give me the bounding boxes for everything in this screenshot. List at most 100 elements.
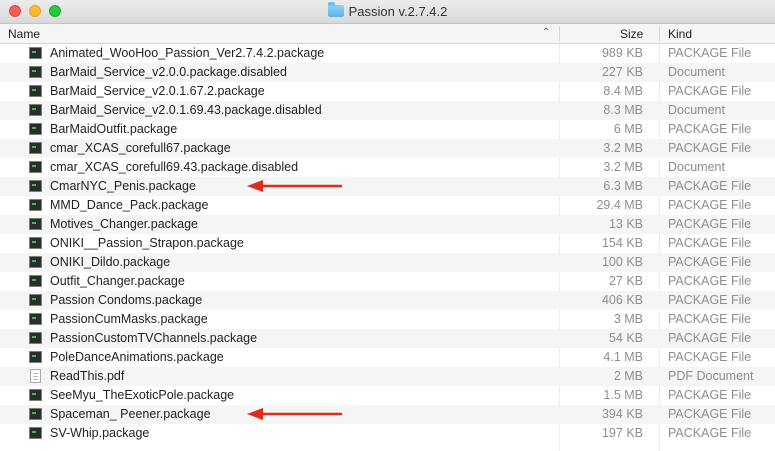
- file-kind: Document: [668, 160, 725, 174]
- file-kind: PACKAGE File: [668, 388, 752, 402]
- window-title: Passion v.2.7.4.2: [0, 2, 775, 19]
- package-file-icon: [29, 408, 42, 420]
- file-row[interactable]: ReadThis.pdf 2 MB PDF Document: [0, 367, 775, 386]
- file-size: 27 KB: [608, 274, 643, 288]
- file-kind: PACKAGE File: [668, 122, 752, 136]
- file-row[interactable]: SV-Whip.package 197 KB PACKAGE File: [0, 424, 775, 443]
- file-kind: PACKAGE File: [668, 426, 752, 440]
- package-file-icon: [29, 237, 42, 249]
- window-titlebar: Passion v.2.7.4.2: [0, 0, 775, 24]
- red-arrow-annotation: [247, 408, 342, 420]
- file-kind: PACKAGE File: [668, 217, 752, 231]
- file-row[interactable]: Animated_WooHoo_Passion_Ver2.7.4.2.packa…: [0, 44, 775, 63]
- package-file-icon: [29, 66, 42, 78]
- file-row[interactable]: Motives_Changer.package 13 KB PACKAGE File: [0, 215, 775, 234]
- file-name: PassionCumMasks.package: [50, 312, 208, 326]
- file-row[interactable]: CmarNYC_Penis.package 6.3 MB PACKAGE File: [0, 177, 775, 196]
- file-row[interactable]: BarMaid_Service_v2.0.1.67.2.package 8.4 M…: [0, 82, 775, 101]
- file-list: Animated_WooHoo_Passion_Ver2.7.4.2.packa…: [0, 44, 775, 443]
- file-name: Animated_WooHoo_Passion_Ver2.7.4.2.packa…: [50, 46, 325, 60]
- file-name: BarMaid_Service_v2.0.1.69.43.package.dis…: [50, 103, 322, 117]
- file-row[interactable]: BarMaid_Service_v2.0.1.69.43.package.dis…: [0, 101, 775, 120]
- file-kind: PACKAGE File: [668, 407, 752, 421]
- file-size: 394 KB: [601, 407, 643, 421]
- file-name: cmar_XCAS_corefull69.43.package.disabled: [50, 160, 299, 174]
- file-size: 8.3 MB: [603, 103, 643, 117]
- package-file-icon: [29, 294, 42, 306]
- file-size: 154 KB: [601, 236, 643, 250]
- sort-ascending-icon: ⌃: [542, 27, 551, 38]
- file-size: 406 KB: [601, 293, 643, 307]
- package-file-icon: [29, 47, 42, 59]
- package-file-icon: [29, 161, 42, 173]
- package-file-icon: [29, 142, 42, 154]
- file-name: cmar_XCAS_corefull67.package: [50, 141, 231, 155]
- file-row[interactable]: cmar_XCAS_corefull69.43.package.disabled…: [0, 158, 775, 177]
- file-size: 227 KB: [601, 65, 643, 79]
- file-kind: PACKAGE File: [668, 331, 752, 345]
- file-row[interactable]: Passion Condoms.package 406 KB PACKAGE Fil…: [0, 291, 775, 310]
- file-row[interactable]: BarMaid_Service_v2.0.0.package.disabled 2…: [0, 63, 775, 82]
- column-header-bar: Name ⌃ Size Kind: [0, 24, 775, 44]
- file-kind: PACKAGE File: [668, 236, 752, 250]
- file-name: Spaceman_ Peener.package: [50, 407, 211, 421]
- file-name: MMD_Dance_Pack.package: [50, 198, 209, 212]
- file-kind: PDF Document: [668, 369, 754, 383]
- file-kind: PACKAGE File: [668, 179, 752, 193]
- file-name: CmarNYC_Penis.package: [50, 179, 196, 193]
- kind-column-header[interactable]: Kind: [668, 27, 692, 41]
- file-kind: PACKAGE File: [668, 350, 752, 364]
- file-kind: PACKAGE File: [668, 312, 752, 326]
- file-size: 3.2 MB: [603, 141, 643, 155]
- package-file-icon: [29, 313, 42, 325]
- file-row[interactable]: Outfit_Changer.package 27 KB PACKAGE File: [0, 272, 775, 291]
- file-row[interactable]: Spaceman_ Peener.package 394 KB PACKAGE Fi…: [0, 405, 775, 424]
- package-file-icon: [29, 351, 42, 363]
- file-row[interactable]: PassionCumMasks.package 3 MB PACKAGE File: [0, 310, 775, 329]
- file-size: 13 KB: [608, 217, 643, 231]
- file-row[interactable]: PassionCustomTVChannels.package 54 KB PACK…: [0, 329, 775, 348]
- package-file-icon: [29, 104, 42, 116]
- file-name: PassionCustomTVChannels.package: [50, 331, 258, 345]
- file-row[interactable]: BarMaidOutfit.package 6 MB PACKAGE File: [0, 120, 775, 139]
- red-arrow-annotation: [247, 180, 342, 192]
- file-kind: PACKAGE File: [668, 255, 752, 269]
- file-kind: Document: [668, 103, 725, 117]
- package-file-icon: [29, 427, 42, 439]
- file-row[interactable]: PoleDanceAnimations.package 4.1 MB PACKAGE…: [0, 348, 775, 367]
- file-size: 29.4 MB: [596, 198, 643, 212]
- file-name: ONIKI_Dildo.package: [50, 255, 171, 269]
- file-name: SV-Whip.package: [50, 426, 150, 440]
- package-file-icon: [29, 389, 42, 401]
- file-name: Outfit_Changer.package: [50, 274, 185, 288]
- file-row[interactable]: ONIKI_Dildo.package 100 KB PACKAGE File: [0, 253, 775, 272]
- file-row[interactable]: ONIKI__Passion_Strapon.package 154 KB PACK…: [0, 234, 775, 253]
- package-file-icon: [29, 199, 42, 211]
- pdf-document-icon: [30, 369, 41, 383]
- file-name: BarMaid_Service_v2.0.1.67.2.package: [50, 84, 265, 98]
- column-divider[interactable]: [559, 26, 560, 41]
- package-file-icon: [29, 332, 42, 344]
- file-row[interactable]: cmar_XCAS_corefull67.package 3.2 MB PACKAG…: [0, 139, 775, 158]
- file-size: 3 MB: [613, 312, 643, 326]
- file-kind: PACKAGE File: [668, 141, 752, 155]
- file-kind: PACKAGE File: [668, 46, 752, 60]
- file-size: 197 KB: [601, 426, 643, 440]
- file-name: BarMaidOutfit.package: [50, 122, 178, 136]
- package-file-icon: [29, 218, 42, 230]
- file-size: 2 MB: [613, 369, 643, 383]
- file-size: 3.2 MB: [603, 160, 643, 174]
- file-kind: PACKAGE File: [668, 274, 752, 288]
- size-column-header[interactable]: Size: [620, 27, 643, 41]
- package-file-icon: [29, 256, 42, 268]
- name-column-header[interactable]: Name: [8, 27, 40, 41]
- file-row[interactable]: MMD_Dance_Pack.package 29.4 MB PACKAGE Fil…: [0, 196, 775, 215]
- folder-icon: [327, 2, 344, 17]
- window-title-text: Passion v.2.7.4.2: [348, 4, 448, 19]
- package-file-icon: [29, 275, 42, 287]
- file-size: 989 KB: [601, 46, 643, 60]
- file-kind: PACKAGE File: [668, 293, 752, 307]
- package-file-icon: [29, 85, 42, 97]
- column-divider[interactable]: [659, 26, 660, 41]
- file-row[interactable]: SeeMyu_TheExoticPole.package 1.5 MB PACKAG…: [0, 386, 775, 405]
